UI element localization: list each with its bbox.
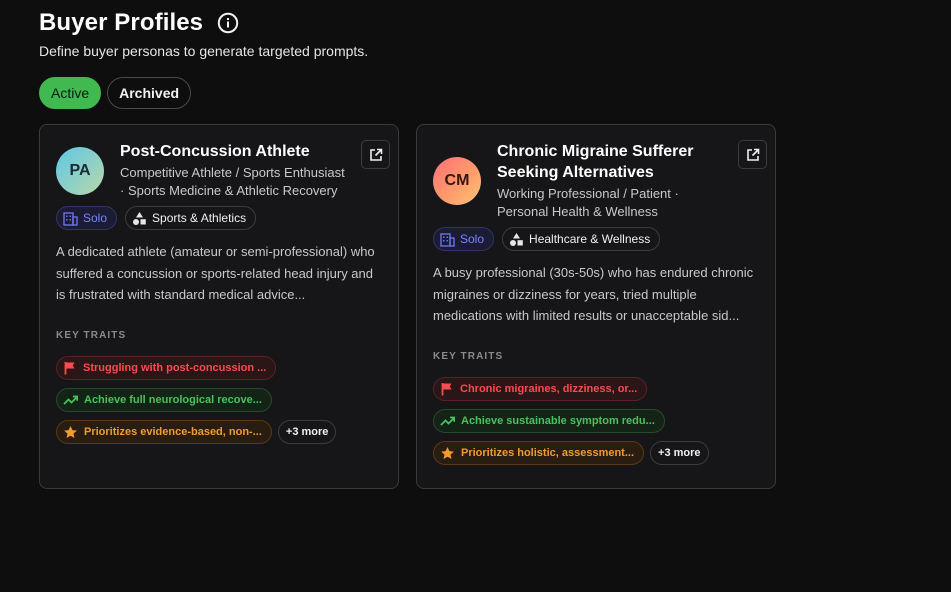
persona-title[interactable]: Chronic Migraine Sufferer Seeking Altern… [497, 141, 727, 183]
persona-card-list: PA Post-Concussion Athlete Competitive A… [39, 124, 776, 489]
trending-up-icon [63, 393, 78, 407]
persona-card[interactable]: CM Chronic Migraine Sufferer Seeking Alt… [416, 124, 776, 489]
key-traits-heading: KEY TRAITS [433, 351, 504, 362]
persona-subtitle: Working Professional / Patient · Persona… [497, 186, 679, 219]
persona-heading: Post-Concussion Athlete Competitive Athl… [120, 141, 382, 200]
page-header: Buyer Profiles [39, 8, 912, 38]
flag-icon [440, 382, 454, 396]
building-icon [440, 232, 455, 247]
buyer-profiles-page: Buyer Profiles Define buyer personas to … [0, 0, 951, 592]
external-link-icon [746, 148, 760, 162]
more-traits-button[interactable]: +3 more [277, 420, 337, 444]
flag-icon [63, 361, 77, 375]
trait-row: Achieve sustainable symptom redu... [433, 409, 759, 433]
solo-badge-label: Solo [460, 232, 485, 246]
persona-card-header: CM Chronic Migraine Sufferer Seeking Alt… [433, 141, 759, 221]
trending-up-icon [440, 414, 455, 428]
trait-label: Prioritizes evidence-based, non-... [84, 426, 262, 438]
category-badge-label: Sports & Athletics [152, 211, 247, 225]
persona-heading: Chronic Migraine Sufferer Seeking Altern… [497, 141, 759, 221]
key-traits-heading: KEY TRAITS [56, 330, 127, 341]
status-filter: Active Archived [39, 77, 912, 109]
solo-badge: Solo [56, 206, 118, 230]
goal-trait: Achieve full neurological recove... [56, 388, 272, 412]
trait-label: Struggling with post-concussion ... [83, 362, 267, 374]
open-persona-button[interactable] [361, 140, 390, 169]
trait-label: Prioritizes holistic, assessment... [461, 447, 635, 459]
category-badge: Healthcare & Wellness [502, 227, 661, 251]
key-traits-list: Struggling with post-concussion ... Achi… [56, 356, 382, 444]
external-link-icon [369, 148, 383, 162]
persona-card-header: PA Post-Concussion Athlete Competitive A… [56, 141, 382, 200]
persona-title[interactable]: Post-Concussion Athlete [120, 141, 350, 162]
page-subtitle: Define buyer personas to generate target… [39, 43, 369, 59]
goal-trait: Achieve sustainable symptom redu... [433, 409, 665, 433]
priority-trait: Prioritizes holistic, assessment... [433, 441, 645, 465]
persona-tags: Solo Healthcare & Wellness [433, 227, 759, 251]
trait-label: Achieve full neurological recove... [84, 394, 262, 406]
solo-badge-label: Solo [83, 211, 108, 225]
star-icon [63, 425, 78, 440]
info-circle-icon[interactable] [217, 12, 239, 34]
open-persona-button[interactable] [738, 140, 767, 169]
persona-tags: Solo Sports & Athletics [56, 206, 382, 230]
trait-row: Achieve full neurological recove... [56, 388, 382, 412]
star-icon [440, 446, 455, 461]
persona-description: A dedicated athlete (amateur or semi-pro… [56, 244, 375, 302]
key-traits-list: Chronic migraines, dizziness, or... Achi… [433, 377, 759, 465]
persona-subtitle: Competitive Athlete / Sports Enthusiast … [120, 165, 345, 198]
building-icon [63, 211, 78, 226]
persona-description: A busy professional (30s-50s) who has en… [433, 265, 754, 323]
solo-badge: Solo [433, 227, 495, 251]
avatar: PA [56, 147, 104, 195]
trait-label: Chronic migraines, dizziness, or... [460, 383, 638, 395]
priority-trait: Prioritizes evidence-based, non-... [56, 420, 272, 444]
avatar: CM [433, 157, 481, 205]
page-title: Buyer Profiles [39, 9, 204, 36]
more-traits-button[interactable]: +3 more [650, 441, 709, 465]
filter-active-button[interactable]: Active [39, 77, 102, 109]
pain-point-trait: Struggling with post-concussion ... [56, 356, 277, 380]
filter-archived-button[interactable]: Archived [107, 77, 192, 109]
trait-row: Chronic migraines, dizziness, or... [433, 377, 759, 401]
pain-point-trait: Chronic migraines, dizziness, or... [433, 377, 648, 401]
category-badge: Sports & Athletics [125, 206, 257, 230]
shapes-icon [132, 211, 147, 226]
trait-label: Achieve sustainable symptom redu... [461, 415, 655, 427]
category-badge-label: Healthcare & Wellness [529, 232, 651, 246]
trait-row: Struggling with post-concussion ... [56, 356, 382, 380]
trait-row: Prioritizes holistic, assessment... +3 m… [433, 441, 759, 465]
trait-row: Prioritizes evidence-based, non-... +3 m… [56, 420, 382, 444]
shapes-icon [509, 232, 524, 247]
persona-card[interactable]: PA Post-Concussion Athlete Competitive A… [39, 124, 399, 489]
